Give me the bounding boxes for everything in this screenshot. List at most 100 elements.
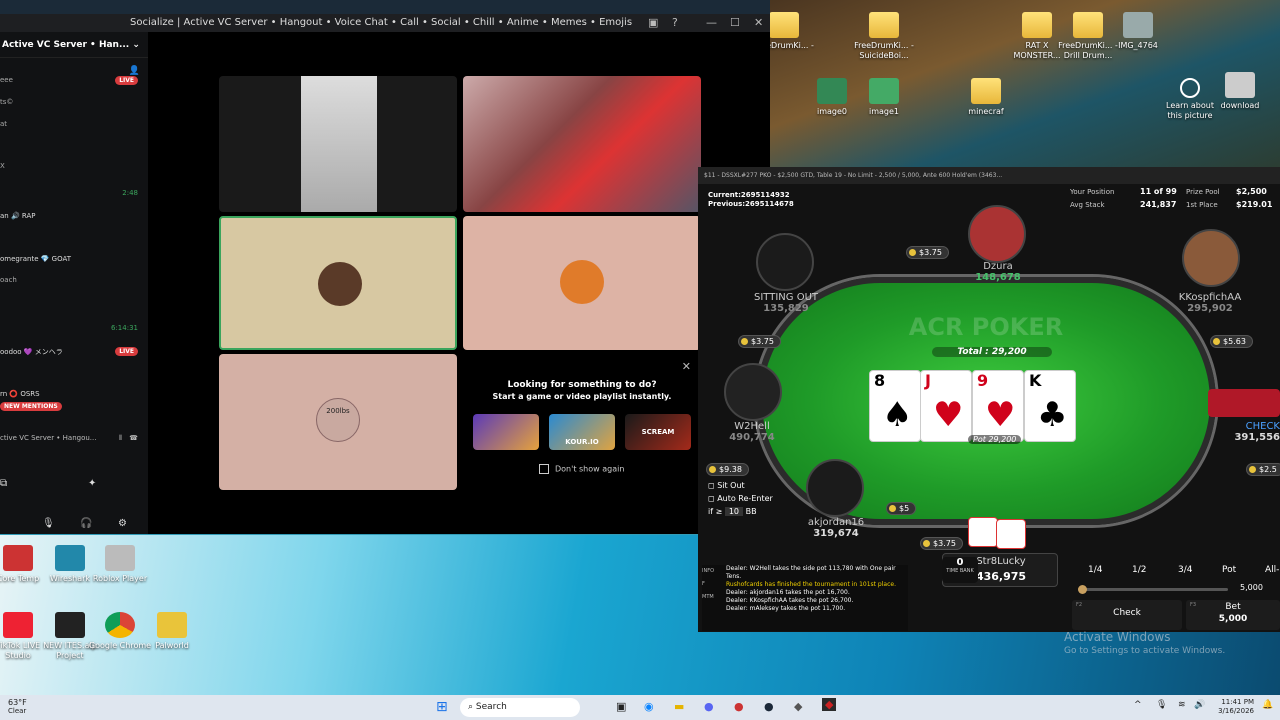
bet-button[interactable]: F3 Bet 5,000 — [1186, 600, 1280, 630]
chat-line: Dealer: KKospfichAA takes the pot 26,700… — [726, 597, 854, 604]
desktop-icon[interactable]: download — [1208, 72, 1272, 111]
player-avatar — [724, 363, 782, 421]
edge-icon[interactable]: ◉ — [644, 700, 654, 713]
activity-prompt: ✕ Looking for something to do? Start a g… — [463, 354, 701, 490]
slider-handle[interactable] — [1078, 585, 1087, 594]
close-button[interactable]: ✕ — [754, 14, 763, 32]
task-view-icon[interactable]: ▣ — [616, 700, 626, 713]
channel-item[interactable]: at — [0, 120, 7, 128]
bet-size-presets: 1/4 1/2 3/4 Pot All- — [1070, 565, 1280, 585]
channel-item[interactable]: eee — [0, 76, 13, 84]
bet-chip: $2.5 — [1246, 463, 1280, 476]
hand-ids: Current:2695114932 Previous:2695114678 — [708, 191, 794, 208]
start-icon[interactable]: ⊞ — [436, 699, 448, 715]
dont-show-checkbox[interactable]: Don't show again — [539, 464, 624, 474]
desktop-icon[interactable]: minecraf — [954, 78, 1018, 117]
inbox-icon[interactable]: ▣ — [648, 14, 658, 32]
slider-track — [1078, 588, 1228, 591]
bet-preset-button[interactable]: 3/4 — [1178, 565, 1192, 575]
maximize-button[interactable]: ☐ — [730, 14, 740, 32]
poker-app-icon[interactable]: ◆ — [822, 698, 837, 711]
chat-tab[interactable]: F — [702, 578, 722, 591]
file-explorer-icon[interactable]: ▬ — [674, 700, 684, 713]
player-avatar — [1182, 229, 1240, 287]
mic-icon[interactable]: 🎙 — [1156, 700, 1167, 710]
activity-icon[interactable]: ✦ — [88, 478, 96, 489]
mic-icon[interactable]: 🎙 — [42, 518, 55, 529]
volume-icon[interactable]: 🔊 — [1194, 700, 1205, 710]
close-icon[interactable]: ✕ — [682, 360, 691, 373]
wifi-icon[interactable]: ≋ — [1178, 700, 1186, 710]
notification-bell-icon[interactable]: 🔔 — [1262, 700, 1273, 710]
poker-window: $11 - DSSXL#277 PKO - $2,500 GTD, Table … — [698, 167, 1280, 632]
weather-widget[interactable]: 63°F Clear — [8, 698, 27, 716]
video-tile[interactable] — [219, 76, 457, 212]
steam-icon[interactable]: ● — [764, 700, 774, 713]
search-box[interactable]: ⌕ Search — [460, 698, 580, 717]
bet-amount-input[interactable]: 5,000 — [1240, 583, 1263, 592]
activity-tile[interactable]: KOUR.IO — [549, 414, 615, 450]
bet-preset-button[interactable]: 1/2 — [1132, 565, 1146, 575]
bet-preset-button[interactable]: Pot — [1222, 565, 1236, 575]
chat-tab[interactable]: INFO — [702, 565, 722, 578]
chrome-icon[interactable]: ● — [734, 700, 744, 713]
image-icon — [817, 78, 847, 104]
server-header[interactable]: Active VC Server • Han... ⌄ 👤 — [0, 32, 148, 76]
bet-preset-button[interactable]: All- — [1265, 565, 1279, 575]
bet-preset-button[interactable]: 1/4 — [1088, 565, 1102, 575]
settings-gear-icon[interactable]: ⚙ — [118, 518, 127, 529]
voice-tile[interactable] — [219, 216, 457, 350]
headphones-icon[interactable]: 🎧 — [80, 518, 92, 529]
chevron-up-icon[interactable]: ^ — [1134, 700, 1142, 710]
clock[interactable]: 11:41 PM 3/16/2026 — [1214, 698, 1254, 716]
channel-item[interactable]: ts© — [0, 98, 13, 106]
desktop-icon[interactable]: Palworld — [140, 612, 204, 651]
pot-label: Pot 29,200 — [968, 435, 1022, 444]
discord-icon[interactable]: ● — [704, 700, 714, 713]
acr-logo: ACR POKER — [908, 313, 1064, 341]
image-icon — [869, 78, 899, 104]
new-mentions-badge[interactable]: NEW MENTIONS — [0, 402, 62, 411]
sit-out-options: ◻ Sit Out ◻ Auto Re-Enter if ≥ 10 BB — [708, 479, 773, 516]
check-button[interactable]: F2 Check — [1072, 600, 1182, 630]
minimize-button[interactable]: — — [706, 14, 717, 32]
window-title: Socialize | Active VC Server • Hangout •… — [130, 17, 633, 28]
chat-line: Rushofcards has finished the tournament … — [726, 581, 896, 588]
time-bank[interactable]: 0 TIME BANK — [942, 557, 978, 583]
chat-tab[interactable]: MTM — [702, 591, 722, 604]
activity-tile[interactable]: SCREAM — [625, 414, 691, 450]
channel-item[interactable]: oodoo 💜 メンヘラ — [0, 347, 63, 357]
activate-windows-watermark: Activate Windows Go to Settings to activ… — [1064, 630, 1226, 656]
core-temp-icon — [3, 545, 33, 571]
image-icon — [1225, 72, 1255, 98]
avatar — [560, 260, 604, 304]
desktop-icon[interactable]: IMG_4764 — [1106, 12, 1170, 51]
hole-card — [996, 519, 1026, 549]
activity-tile[interactable] — [473, 414, 539, 450]
video-feed — [301, 76, 377, 212]
sit-out-checkbox[interactable]: ◻ Sit Out — [708, 479, 773, 492]
player-seat: W2Hell 490,774 — [729, 421, 775, 443]
channel-item[interactable]: rn ⭕ OSRS — [0, 390, 40, 398]
desktop-icon[interactable]: FreeDrumKi... - SuicideBoi... — [852, 12, 916, 61]
file-icon — [1123, 12, 1153, 38]
auto-reenter-checkbox[interactable]: ◻ Auto Re-Enter — [708, 492, 773, 505]
voice-tile[interactable] — [463, 216, 701, 350]
player-cards — [1208, 389, 1280, 417]
help-icon[interactable]: ? — [672, 14, 678, 32]
desktop-icon[interactable]: image1 — [852, 78, 916, 117]
disconnect-icon[interactable]: ☎ — [129, 434, 138, 442]
screen-share-icon[interactable]: ⧉ — [0, 478, 7, 489]
voice-tile[interactable]: 200lbs — [219, 354, 457, 490]
bet-slider[interactable] — [1078, 585, 1228, 594]
chat-log: Dealer: W2Hell takes the side pot 113,78… — [726, 565, 906, 613]
channel-item[interactable]: an 🔊 RAP — [0, 212, 35, 220]
app-icon[interactable]: ◆ — [794, 700, 802, 713]
video-tile[interactable] — [463, 76, 701, 212]
reenter-bb-input[interactable]: 10 — [724, 507, 744, 516]
desktop-icon[interactable]: Roblox Player — [88, 545, 152, 584]
timestamp: 6:14:31 — [111, 324, 138, 332]
channel-item[interactable]: oach — [0, 276, 17, 284]
channel-item[interactable]: omegrante 💎 GOAT — [0, 255, 71, 263]
channel-item[interactable]: X — [0, 162, 5, 170]
